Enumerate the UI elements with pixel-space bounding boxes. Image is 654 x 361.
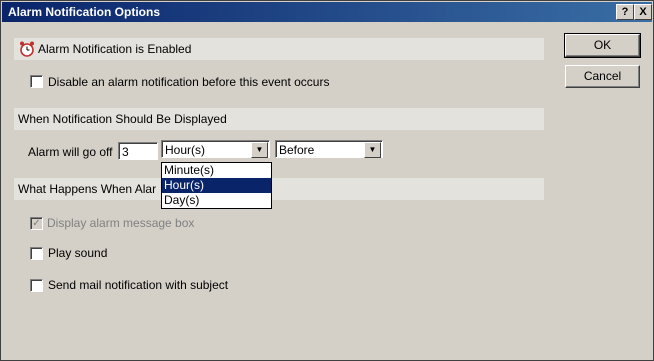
display-box-label[interactable]: Display alarm message box xyxy=(47,216,194,230)
play-sound-label[interactable]: Play sound xyxy=(48,246,107,260)
close-button[interactable]: X xyxy=(634,4,652,20)
title-bar[interactable]: Alarm Notification Options ? X xyxy=(2,2,652,22)
send-mail-checkbox[interactable] xyxy=(30,279,43,292)
unit-option-days[interactable]: Day(s) xyxy=(162,193,271,208)
alarm-off-label: Alarm will go off xyxy=(28,145,113,159)
unit-dropdown-list: Minute(s) Hour(s) Day(s) xyxy=(161,162,272,209)
section-what: What Happens When Alar xyxy=(14,178,544,200)
section-when-label: When Notification Should Be Displayed xyxy=(18,112,227,126)
unit-option-hours[interactable]: Hour(s) xyxy=(162,178,271,193)
unit-selected-value: Hour(s) xyxy=(165,143,206,157)
unit-option-minutes[interactable]: Minute(s) xyxy=(162,163,271,178)
display-box-checkbox[interactable]: ✓ xyxy=(30,217,43,230)
section-enabled: Alarm Notification is Enabled xyxy=(14,38,544,60)
relation-dropdown-arrow-icon[interactable]: ▼ xyxy=(364,142,381,158)
section-enabled-label: Alarm Notification is Enabled xyxy=(38,42,192,56)
section-what-label: What Happens When Alar xyxy=(18,182,157,196)
alarm-amount-input[interactable]: 3 xyxy=(118,142,158,160)
play-sound-checkbox[interactable] xyxy=(30,247,43,260)
ok-button[interactable]: OK xyxy=(564,33,641,58)
unit-dropdown-arrow-icon[interactable]: ▼ xyxy=(251,142,268,158)
relation-combobox[interactable]: Before ▼ xyxy=(275,140,383,158)
section-when: When Notification Should Be Displayed xyxy=(14,108,544,130)
disable-before-label[interactable]: Disable an alarm notification before thi… xyxy=(48,75,329,89)
relation-selected-value: Before xyxy=(279,143,315,157)
window-title: Alarm Notification Options xyxy=(8,5,161,19)
unit-combobox[interactable]: Hour(s) ▼ xyxy=(161,140,270,158)
send-mail-label[interactable]: Send mail notification with subject xyxy=(48,278,228,292)
disable-before-checkbox[interactable] xyxy=(30,75,43,88)
alarm-clock-icon xyxy=(20,41,34,57)
help-button[interactable]: ? xyxy=(616,4,634,20)
cancel-button[interactable]: Cancel xyxy=(565,65,640,88)
